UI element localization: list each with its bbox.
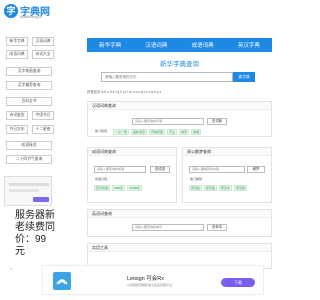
header: 字 字典网 zidianwang.cn bbox=[0, 0, 300, 24]
panel-title: 实用工具 bbox=[88, 244, 271, 252]
ad-placeholder-bar bbox=[9, 189, 39, 192]
sidebar-link-cidian[interactable]: 汉语词典 bbox=[32, 37, 54, 46]
tag[interactable]: 开心 bbox=[167, 129, 178, 135]
ad-app-description: 从零搭建流程和电子签名管理平台 bbox=[127, 283, 173, 287]
sidebar-link-wenhua[interactable]: 节日文化 bbox=[6, 125, 28, 134]
jiemeng-tags: 梦见蛇 梦见鱼 梦见水 梦见钱 bbox=[189, 185, 248, 191]
search-button[interactable]: 查字典 bbox=[233, 72, 255, 82]
tags-label: 热门解梦： bbox=[190, 177, 206, 181]
tags-label: 成语分类： bbox=[95, 177, 111, 181]
sidebar-link-jieqi[interactable]: 二十四节气查询 bbox=[6, 155, 52, 164]
tag[interactable]: 守株待兔 bbox=[149, 129, 166, 135]
jiemeng-button[interactable]: 解梦 bbox=[247, 166, 265, 173]
nav-item-cidian[interactable]: 汉语词典 bbox=[145, 41, 167, 49]
chengyu-search-button[interactable]: 查成语 bbox=[150, 166, 170, 173]
panel-title: 汉语词典查询 bbox=[88, 102, 271, 110]
tag[interactable]: 快乐 bbox=[179, 129, 190, 135]
ad-app-icon bbox=[53, 272, 71, 290]
tag[interactable]: ABB式 bbox=[112, 185, 126, 191]
pinyin-index[interactable]: 拼音检字 a b c d e f g h j k l m n o p q r s… bbox=[87, 89, 272, 94]
nav-item-yinghan[interactable]: 英汉字典 bbox=[238, 41, 260, 49]
sidebar-link-chengyu[interactable]: 成语词典 bbox=[6, 50, 28, 59]
ad-download-button[interactable]: 下载 bbox=[221, 278, 255, 287]
panel-title: 成语词典查询 bbox=[88, 148, 176, 156]
panel-cidian: 汉语词典查询 请输入要查询的词语 查词典 热门搜索： 一心一意 画蛇添足 守株待… bbox=[87, 101, 272, 137]
chengyu-tags: 成语分类： bbox=[94, 177, 111, 181]
sidebar-link-xinhua[interactable]: 新华字典 bbox=[6, 37, 28, 46]
page: 字 字典网 zidianwang.cn 新华字典 汉语词典 成语词典 诗词大全 … bbox=[0, 0, 300, 300]
ad-button[interactable] bbox=[33, 197, 49, 202]
sidebar-link-shici[interactable]: 诗词大全 bbox=[32, 50, 54, 59]
panel-title: 英语词查询 bbox=[88, 210, 271, 218]
tag[interactable]: 一心一意 bbox=[113, 129, 130, 135]
sidebar-link-jianshang[interactable]: 诗词鉴赏 bbox=[6, 111, 28, 120]
panel-title: 周公解梦查询 bbox=[183, 148, 271, 156]
english-input[interactable]: 请输入要查询的单词 bbox=[132, 224, 204, 231]
tag[interactable]: AABB式 bbox=[127, 185, 143, 191]
tag[interactable]: 梦见钱 bbox=[234, 185, 248, 191]
tag[interactable]: 梦见水 bbox=[219, 185, 233, 191]
tag[interactable]: 梦见蛇 bbox=[189, 185, 203, 191]
jiemeng-input[interactable]: 请输入要解梦的内容 bbox=[189, 166, 245, 173]
sidebar-link-pianpang[interactable]: 汉字偏旁查询 bbox=[6, 81, 52, 90]
logo-icon[interactable]: 字 bbox=[4, 4, 18, 18]
cidian-hot-tags: 热门搜索： 一心一意 画蛇添足 守株待兔 开心 快乐 幸福 bbox=[94, 129, 202, 135]
panel-chengyu: 成语词典查询 请输入要查询的成语 查成语 成语分类： 四字成语 ABB式 AAB… bbox=[87, 147, 177, 203]
tag[interactable]: 画蛇添足 bbox=[131, 129, 148, 135]
cidian-search-button[interactable]: 查词典 bbox=[207, 118, 227, 125]
sidebar-link-baike[interactable]: 百科全书 bbox=[6, 97, 52, 106]
chengyu-input[interactable]: 请输入要查询的成语 bbox=[94, 166, 146, 173]
tag[interactable]: 幸福 bbox=[191, 129, 202, 135]
search-bar: 请输入要查询的汉字 查字典 bbox=[101, 72, 261, 82]
main-nav: 新华字典 汉语词典 成语词典 英汉字典 bbox=[87, 38, 272, 52]
english-search-button[interactable]: 查单词 bbox=[207, 224, 227, 231]
ad-app-name: Letsign 可会Rx bbox=[127, 276, 164, 282]
search-input[interactable]: 请输入要查询的汉字 bbox=[101, 72, 233, 82]
tag[interactable]: 梦见鱼 bbox=[204, 185, 218, 191]
nav-item-xinhua[interactable]: 新华字典 bbox=[99, 41, 121, 49]
panel-jiemeng: 周公解梦查询 请输入要解梦的内容 解梦 热门解梦： 梦见蛇 梦见鱼 梦见水 梦见… bbox=[182, 147, 272, 203]
sidebar-ad-banner[interactable] bbox=[4, 176, 52, 206]
ad-placeholder-bar bbox=[9, 183, 49, 186]
jiemeng-label-row: 热门解梦： bbox=[189, 177, 206, 181]
sidebar-ad-text[interactable]: 服务器新老续费同价：99元 bbox=[15, 210, 55, 258]
sidebar-link-jielong[interactable]: 成语接龙 bbox=[6, 141, 52, 150]
sidebar-link-xingzuo[interactable]: 十二星座 bbox=[32, 125, 54, 134]
tag[interactable]: 四字成语 bbox=[94, 185, 111, 191]
bottom-ad-banner[interactable]: Letsign 可会Rx 从零搭建流程和电子签名管理平台 下载 bbox=[42, 265, 264, 295]
chengyu-category-tags: 四字成语 ABB式 AABB式 bbox=[94, 185, 143, 191]
nav-item-chengyu[interactable]: 成语词典 bbox=[192, 41, 214, 49]
cidian-input[interactable]: 请输入要查询的词语 bbox=[132, 118, 204, 125]
page-title: 新华字典查询 bbox=[160, 61, 199, 68]
tags-label: 热门搜索： bbox=[95, 129, 111, 133]
ad-close-icon[interactable]: × bbox=[10, 266, 15, 271]
sidebar-link-jieri[interactable]: 中国节日 bbox=[32, 111, 54, 120]
panel-english: 英语词查询 请输入要查询的单词 查单词 bbox=[87, 209, 272, 237]
sidebar-link-bihua[interactable]: 汉字笔画查询 bbox=[6, 67, 52, 76]
site-subtitle: zidianwang.cn bbox=[20, 15, 43, 19]
